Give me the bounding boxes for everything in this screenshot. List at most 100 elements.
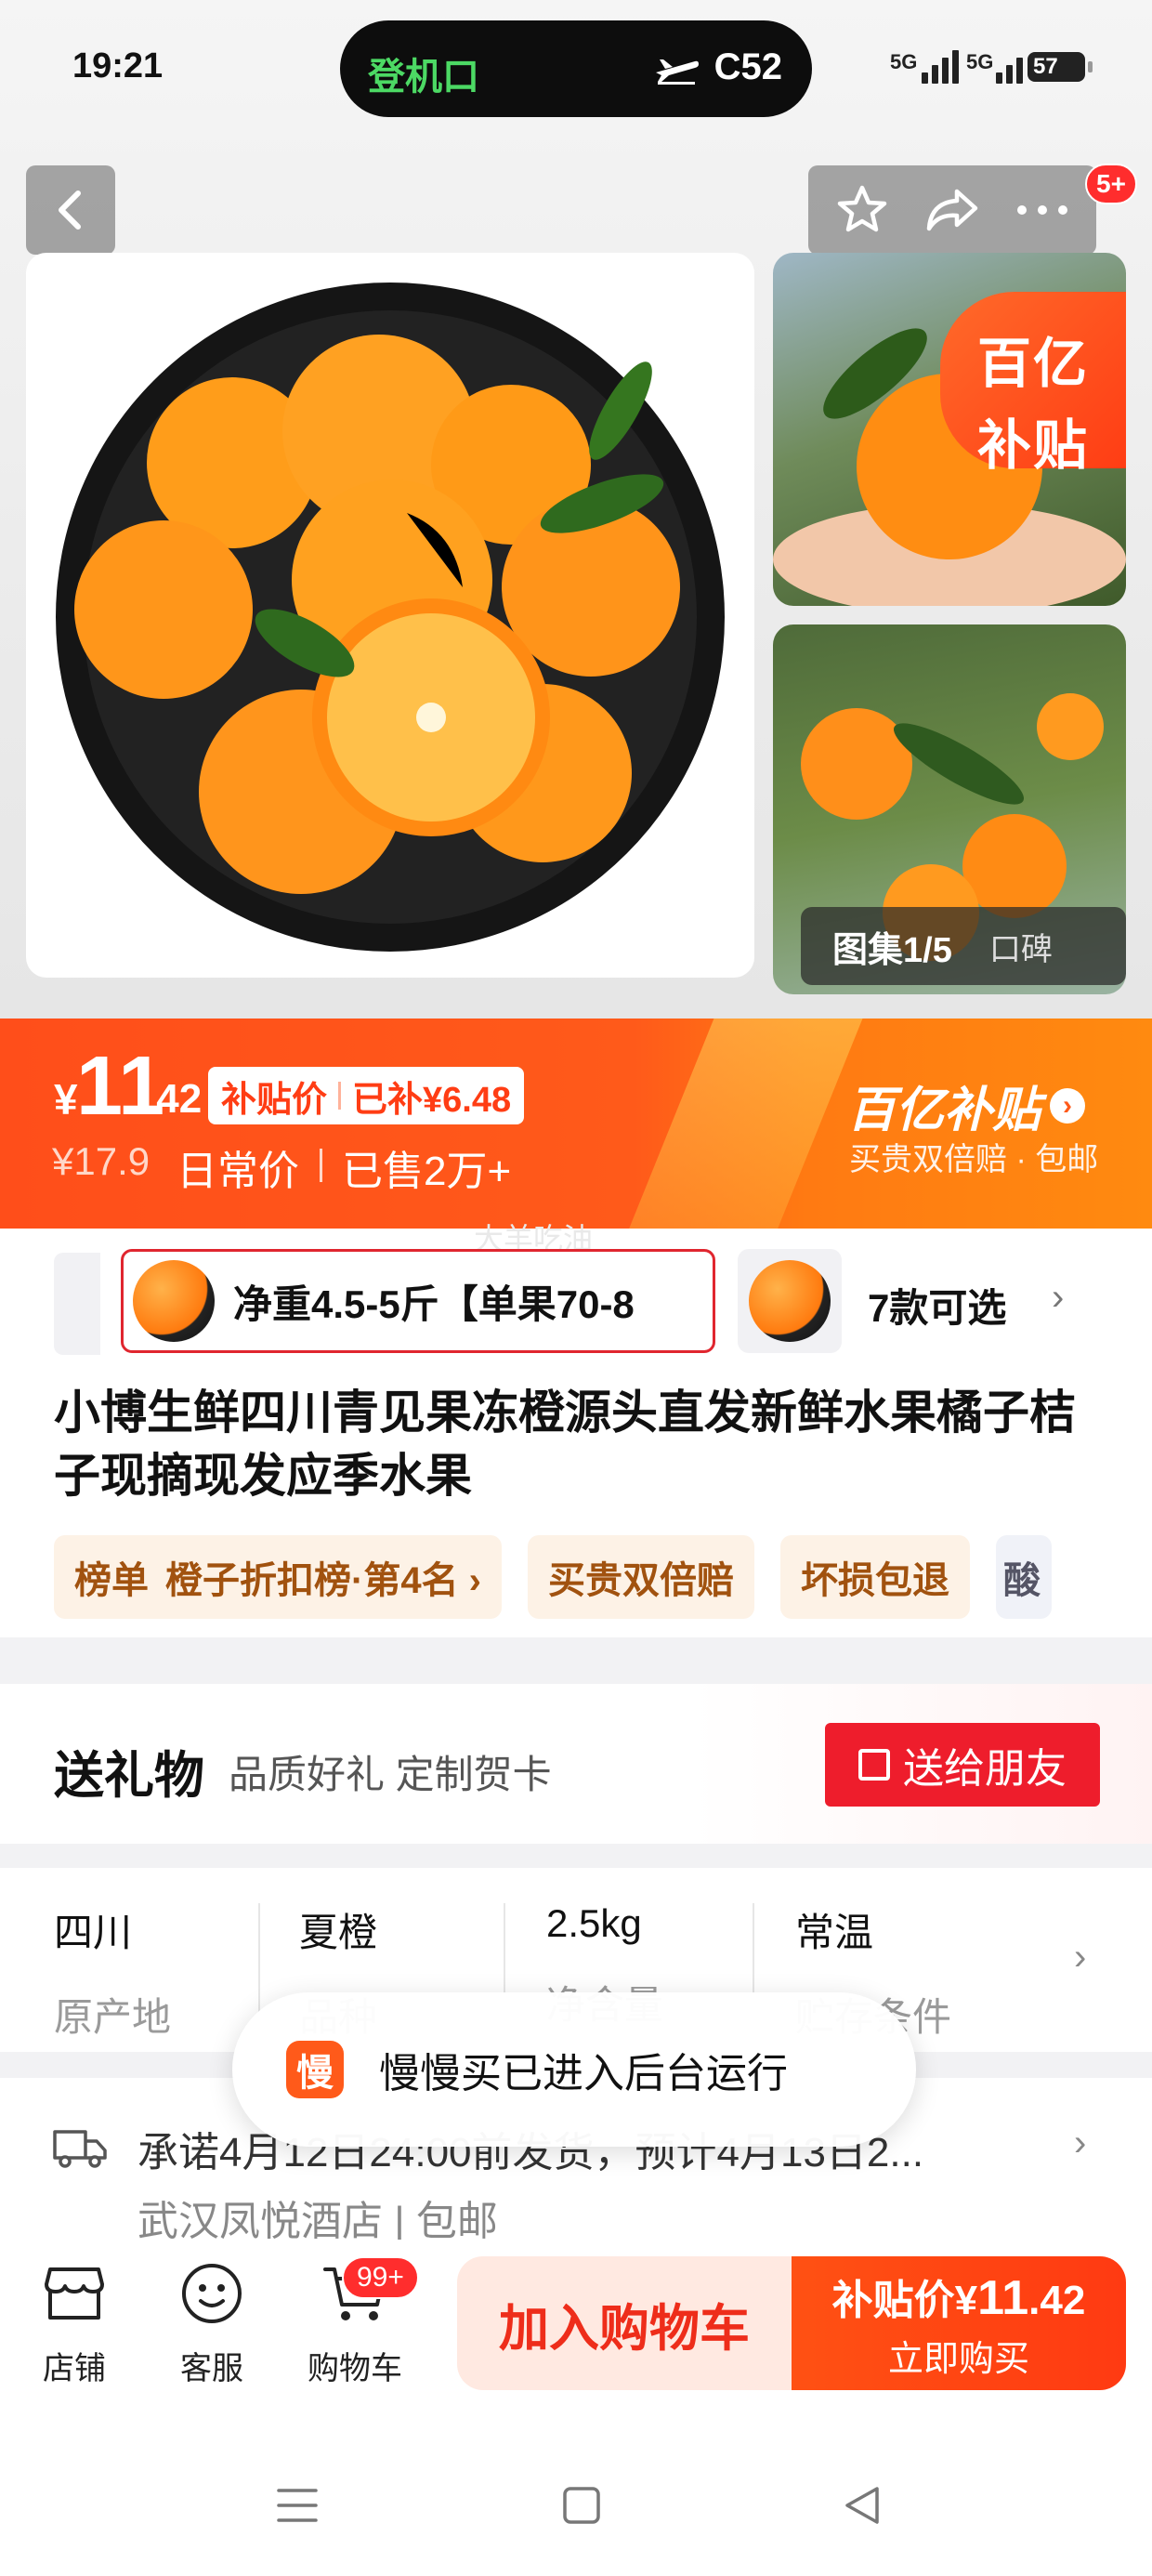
ranking-tag[interactable]: 榜单 橙子折扣榜·第4名 › (54, 1535, 502, 1619)
customer-service-button[interactable]: 客服 (156, 2260, 268, 2388)
subsidy-brand-link[interactable]: 百亿补贴 › (847, 1071, 1086, 1140)
gallery-area: 19:21 登机口 C52 5G 5G 57 5+ 百亿 补贴 图集1/5 口碑 (0, 0, 1152, 1022)
gallery-counter-bar: 图集1/5 口碑 (801, 907, 1126, 985)
gallery-thumbnail-1[interactable]: 百亿 补贴 (773, 253, 1126, 606)
gallery-thumbnail-2[interactable]: 图集1/5 口碑 (773, 624, 1126, 994)
sku-option-label: 净重4.5-5斤【单果70-8 (233, 1281, 635, 1326)
shop-button[interactable]: 店铺 (19, 2260, 130, 2388)
gift-icon (858, 1749, 890, 1781)
subsidy-amount: 已补¥6.48 (352, 1080, 512, 1120)
cart-count-badge: 99+ (342, 2256, 419, 2299)
delivery-truck-icon (53, 2130, 107, 2168)
attribute-value: 四川 (54, 1911, 133, 1954)
signal-bars-2-icon (996, 48, 1023, 84)
signal-label-2: 5G (966, 50, 994, 73)
price-symbol: ¥ (54, 1075, 78, 1124)
sku-option-prev[interactable] (54, 1253, 100, 1355)
manmanmai-app-icon: 慢 (286, 2041, 344, 2098)
shop-label: 店铺 (43, 2351, 106, 2386)
gate-label: 登机口 (368, 57, 479, 98)
buy-price-symbol: ¥ (954, 2277, 978, 2323)
attribute-value: 常温 (795, 1911, 874, 1954)
attribute-value: 夏橙 (299, 1911, 378, 1954)
clipped-tag-label: 酸 (1003, 1560, 1041, 1601)
more-icon[interactable] (1015, 201, 1070, 219)
chevron-right-icon[interactable]: › (1074, 2123, 1086, 2164)
chevron-left-icon (59, 191, 81, 230)
gate-number: C52 (713, 46, 782, 87)
main-product-image[interactable] (26, 253, 754, 978)
original-price: ¥17.9 (52, 1139, 151, 1183)
subsidy-line2: 补贴 (976, 415, 1089, 476)
top-actions (808, 165, 1096, 255)
clipped-tag[interactable]: 酸 (996, 1535, 1052, 1619)
attribute-divider (258, 1903, 260, 2015)
product-tags: 榜单 橙子折扣榜·第4名 › 买贵双倍赔 坏损包退 酸 (54, 1535, 1052, 1619)
shipping-origin: 武汉凤悦酒店 | 包邮 (137, 2199, 498, 2244)
battery-level: 57 (1033, 54, 1058, 79)
price-decimal: .42 (145, 1076, 203, 1122)
battery-icon: 57 (1028, 52, 1093, 82)
sku-thumbnail-2 (749, 1260, 831, 1342)
gift-heading: 送礼物 (54, 1748, 204, 1804)
sku-option-next[interactable] (738, 1249, 842, 1353)
product-title: 小博生鲜四川青见果冻橙源头直发新鲜水果橘子桔子现摘现发应季水果 (54, 1387, 1076, 1502)
share-icon[interactable] (923, 182, 981, 238)
sku-count[interactable]: 7款可选 (868, 1277, 1006, 1334)
attribute-value: 2.5kg (546, 1901, 642, 1945)
system-navigation-bar (0, 2416, 1152, 2576)
banner-decoration (616, 1019, 871, 1229)
product-page: 19:21 登机口 C52 5G 5G 57 5+ 百亿 补贴 图集1/5 口碑… (0, 0, 1152, 2576)
toast-message: 慢慢买已进入后台运行 (379, 2051, 788, 2096)
subsidy-brand: 百亿补贴 (847, 1084, 1041, 1137)
gallery-counter: 图集1/5 (832, 930, 952, 970)
daily-price-label: 日常价 (177, 1149, 299, 1194)
star-icon[interactable] (834, 182, 890, 238)
back-nav-icon[interactable] (842, 2485, 883, 2526)
review-tab[interactable]: 口碑 (989, 924, 1053, 969)
buy-now-label: 立即购买 (887, 2339, 1029, 2379)
send-gift-button[interactable]: 送给朋友 (825, 1723, 1100, 1807)
menu-icon[interactable] (275, 2485, 320, 2526)
gift-subtitle: 品质好礼 定制贺卡 (229, 1753, 552, 1796)
home-icon[interactable] (561, 2485, 602, 2526)
ranking-tag-value: 橙子折扣榜·第4名 › (165, 1560, 481, 1601)
dynamic-island[interactable]: 登机口 C52 (340, 20, 812, 117)
send-gift-label: 送给朋友 (903, 1746, 1067, 1792)
buy-price-decimal: .42 (1028, 2277, 1086, 2323)
sku-option-selected[interactable]: 净重4.5-5斤【单果70-8 (121, 1249, 715, 1353)
damage-refund-label: 坏损包退 (801, 1560, 949, 1601)
service-label: 客服 (180, 2351, 243, 2386)
gift-section: 送礼物 品质好礼 定制贺卡 送给朋友 (0, 1684, 1152, 1844)
buy-price-integer: 11 (977, 2270, 1029, 2325)
subsidy-tag-label: 补贴价 (221, 1080, 328, 1120)
buy-price-label: 补贴价 (831, 2277, 955, 2323)
airplane-icon (656, 59, 699, 85)
tag-divider (338, 1082, 342, 1110)
chat-face-icon (182, 2264, 242, 2323)
signal-label-1: 5G (890, 50, 918, 73)
double-refund-label: 买贵双倍赔 (548, 1560, 734, 1601)
buy-now-button[interactable]: 补贴价¥11.42 立即购买 (792, 2256, 1126, 2390)
subsidy-price-tag: 补贴价 已补¥6.48 (208, 1067, 525, 1124)
oranges-plate-image (56, 283, 725, 952)
damage-refund-tag[interactable]: 坏损包退 (780, 1535, 970, 1619)
more-badge: 5+ (1085, 164, 1137, 204)
background-run-toast: 慢 慢慢买已进入后台运行 (232, 1992, 916, 2147)
chevron-right-icon[interactable]: › (1074, 1937, 1086, 1978)
chevron-right-icon[interactable]: › (1052, 1277, 1064, 1319)
clock: 19:21 (72, 46, 164, 85)
chevron-right-icon: › (1050, 1087, 1086, 1124)
cart-label: 购物车 (308, 2351, 402, 2386)
back-button[interactable] (26, 165, 115, 255)
sold-count: 已售2万+ (342, 1149, 512, 1194)
shop-icon (45, 2267, 104, 2320)
bottom-action-bar: 店铺 客服 购物车 99+ 加入购物车 补贴价¥11.42 立即购买 (0, 2240, 1152, 2416)
add-to-cart-button[interactable]: 加入购物车 (457, 2256, 792, 2390)
price-divider (320, 1149, 322, 1182)
double-refund-tag[interactable]: 买贵双倍赔 (528, 1535, 754, 1619)
signal-bars-1-icon (922, 48, 959, 84)
buy-price-line: 补贴价¥11.42 (832, 2267, 1086, 2326)
sku-thumbnail (133, 1260, 215, 1342)
subsidy-brand-sub: 买贵双倍赔 · 包邮 (849, 1142, 1099, 1177)
